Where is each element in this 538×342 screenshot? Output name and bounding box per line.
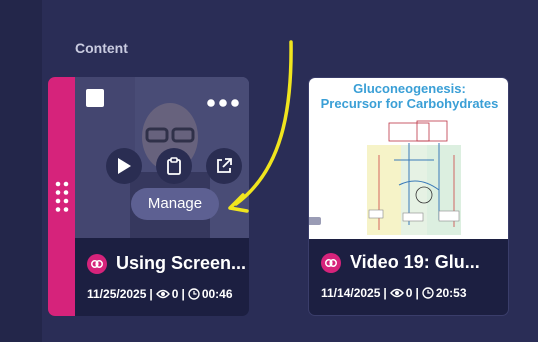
link-icon	[321, 252, 341, 273]
title-row[interactable]: Video 19: Glu...	[321, 252, 480, 273]
select-checkbox[interactable]	[86, 89, 104, 107]
open-external-button[interactable]	[206, 148, 242, 184]
drag-handle-icon[interactable]	[55, 181, 69, 213]
clipboard-icon	[167, 157, 181, 175]
embed-badge-icon	[309, 217, 321, 225]
video-title[interactable]: Video 19: Glu...	[350, 252, 480, 273]
separator: |	[181, 287, 185, 301]
clock-icon	[422, 287, 434, 299]
upload-date: 11/14/2025	[321, 286, 381, 300]
clock-icon	[188, 288, 200, 300]
video-card[interactable]: Gluconeogenesis: Precursor for Carbohydr…	[308, 77, 509, 316]
left-rail	[0, 0, 42, 342]
drag-strip[interactable]	[48, 77, 75, 316]
duration: 00:46	[201, 287, 233, 301]
manage-button[interactable]: Manage	[131, 188, 219, 220]
eye-icon	[389, 288, 404, 298]
duration: 20:53	[435, 286, 467, 300]
more-options-icon[interactable]	[207, 94, 239, 107]
video-card[interactable]: Manage Using Screen... 11/25/2025 | 0 | …	[48, 77, 249, 316]
view-count: 0	[171, 287, 179, 301]
external-link-icon	[217, 158, 232, 173]
video-title[interactable]: Using Screen...	[116, 253, 246, 274]
title-row[interactable]: Using Screen...	[87, 253, 246, 274]
section-title: Content	[75, 40, 128, 56]
video-thumbnail[interactable]: Gluconeogenesis: Precursor for Carbohydr…	[309, 78, 508, 239]
meta-row: 11/14/2025 | 0 | 20:53	[321, 286, 467, 300]
card-info: Video 19: Glu... 11/14/2025 | 0 | 20:53	[309, 237, 508, 315]
card-info: Using Screen... 11/25/2025 | 0 | 00:46	[75, 238, 249, 316]
video-thumbnail[interactable]: Manage	[75, 77, 249, 238]
copy-button[interactable]	[156, 148, 192, 184]
eye-icon	[155, 289, 170, 299]
link-icon	[87, 253, 107, 274]
separator: |	[415, 286, 419, 300]
meta-row: 11/25/2025 | 0 | 00:46	[87, 287, 233, 301]
pathway-diagram-image	[339, 115, 489, 235]
view-count: 0	[405, 286, 413, 300]
slide-title: Gluconeogenesis: Precursor for Carbohydr…	[309, 81, 508, 111]
quick-actions	[106, 148, 249, 184]
upload-date: 11/25/2025	[87, 287, 147, 301]
play-icon	[118, 158, 131, 174]
separator: |	[383, 286, 387, 300]
slide-title-line1: Gluconeogenesis:	[353, 81, 466, 96]
play-button[interactable]	[106, 148, 142, 184]
slide-title-line2: Precursor for Carbohydrates	[320, 96, 499, 111]
separator: |	[149, 287, 153, 301]
